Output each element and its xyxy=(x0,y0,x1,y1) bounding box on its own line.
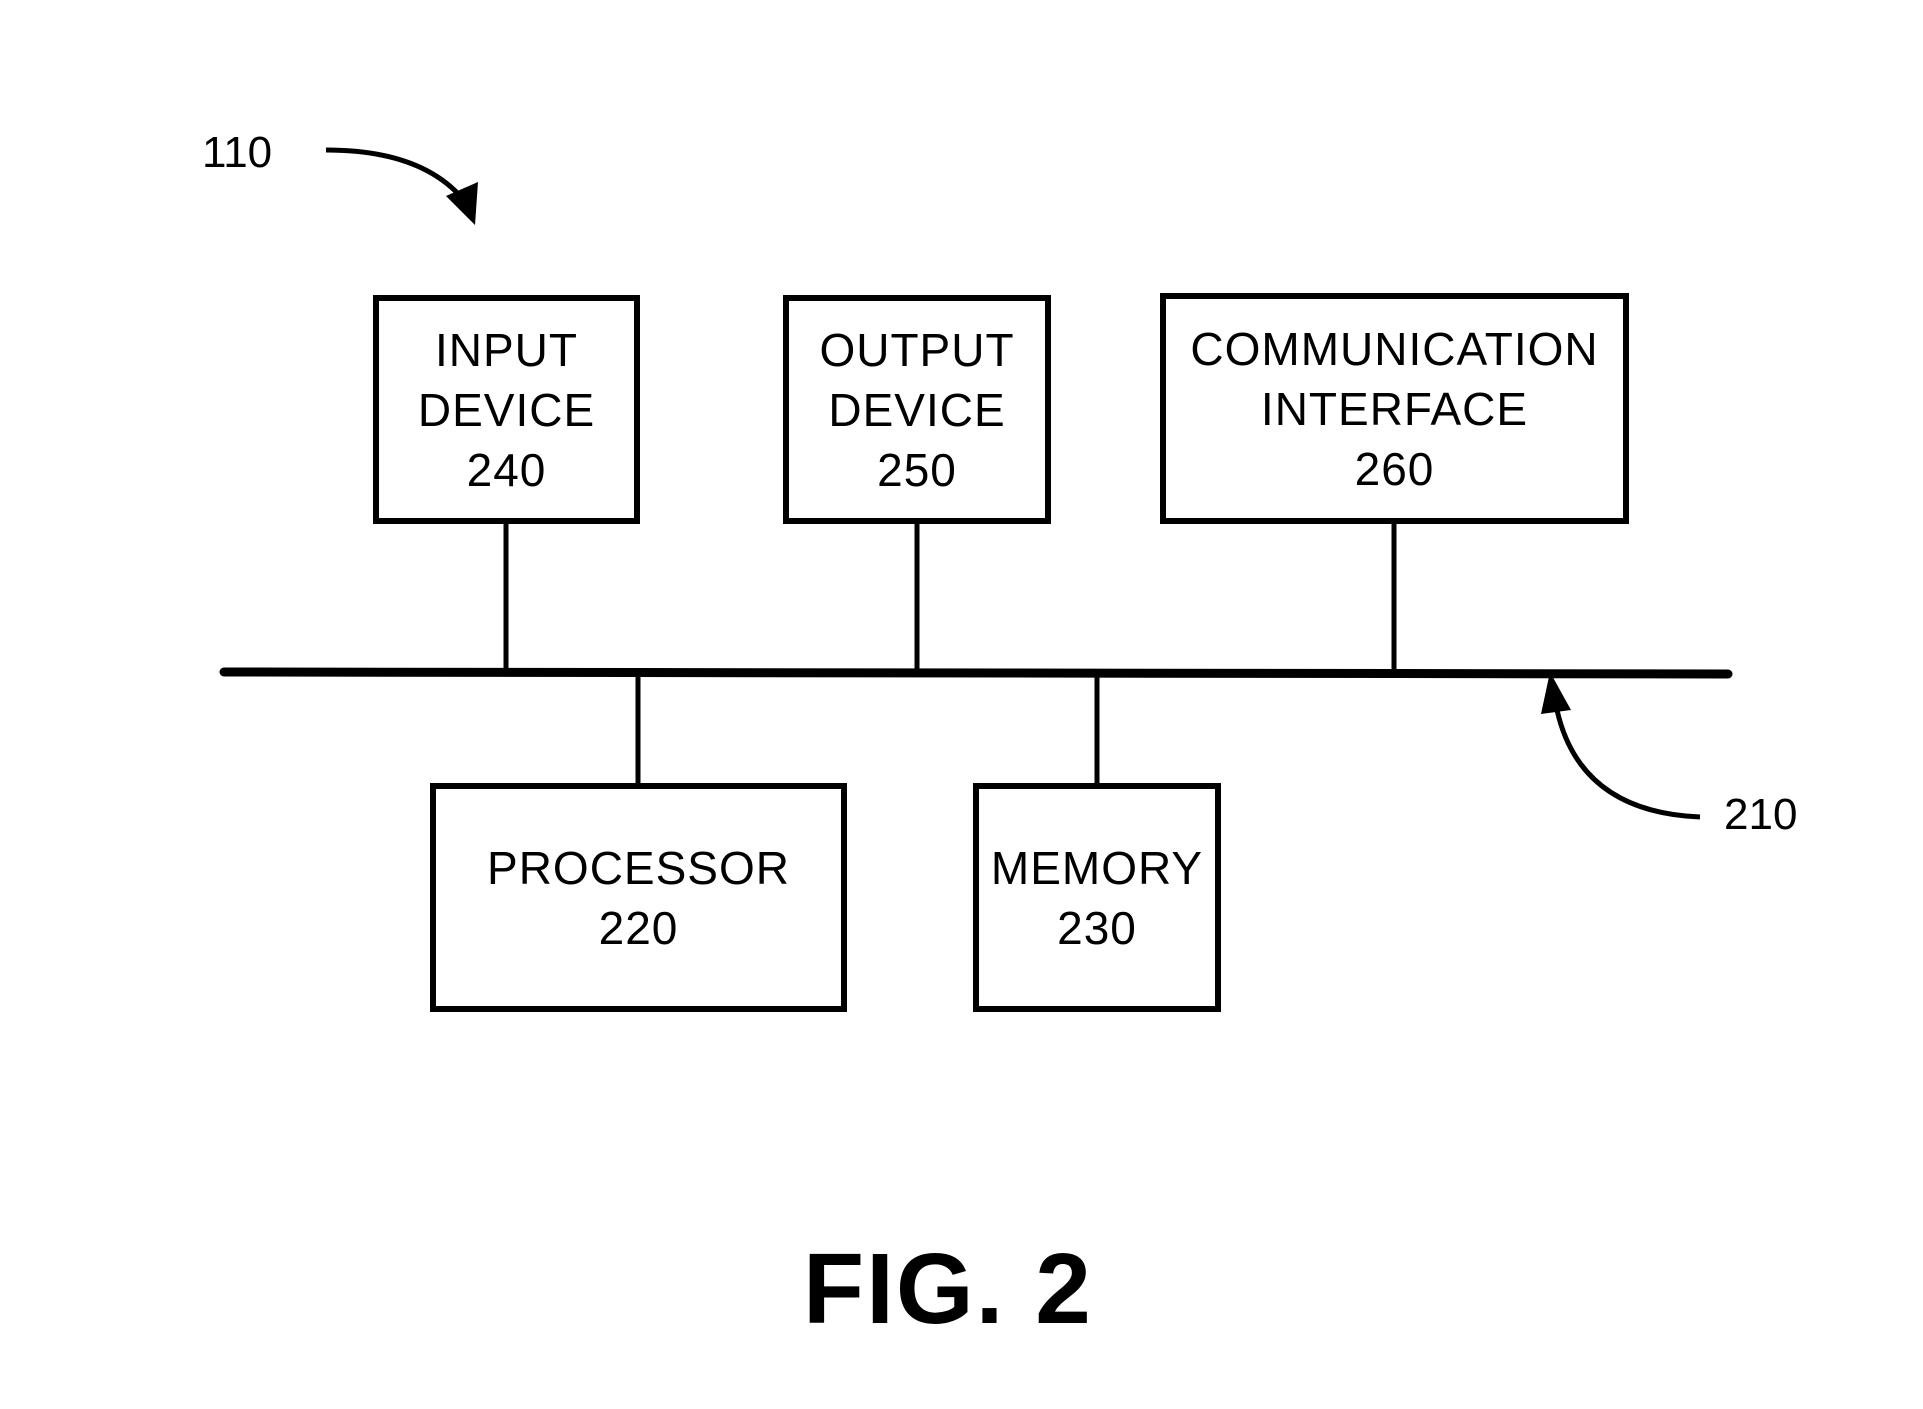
processor-label: PROCESSOR xyxy=(487,841,790,894)
comm-interface-label-1: COMMUNICATION xyxy=(1190,322,1599,375)
output-device-box: OUTPUT DEVICE 250 xyxy=(783,295,1051,524)
input-device-box: INPUT DEVICE 240 xyxy=(373,295,640,524)
memory-box: MEMORY 230 xyxy=(973,783,1221,1012)
processor-ref: 220 xyxy=(598,901,679,954)
output-device-label-1: OUTPUT xyxy=(819,323,1015,376)
ref-210-arrowhead xyxy=(1541,672,1571,714)
ref-label-210: 210 xyxy=(1724,790,1798,839)
input-device-ref: 240 xyxy=(466,443,547,496)
communication-interface-box: COMMUNICATION INTERFACE 260 xyxy=(1160,293,1629,524)
processor-box: PROCESSOR 220 xyxy=(430,783,847,1012)
ref-label-110: 110 xyxy=(202,128,273,177)
output-device-ref: 250 xyxy=(877,443,957,496)
ref-110-arrow xyxy=(325,147,464,200)
diagram-canvas xyxy=(219,147,1733,820)
ref-210-arrow xyxy=(1554,709,1701,820)
figure-label: FIG. 2 xyxy=(803,1233,1093,1345)
comm-interface-ref: 260 xyxy=(1354,442,1435,495)
bus-line xyxy=(219,667,1733,679)
memory-ref: 230 xyxy=(1057,901,1137,954)
input-device-label-2: DEVICE xyxy=(417,383,596,436)
output-device-label-2: DEVICE xyxy=(828,383,1006,436)
memory-label: MEMORY xyxy=(990,841,1204,894)
input-device-label-1: INPUT xyxy=(435,323,578,376)
comm-interface-label-2: INTERFACE xyxy=(1260,382,1529,435)
